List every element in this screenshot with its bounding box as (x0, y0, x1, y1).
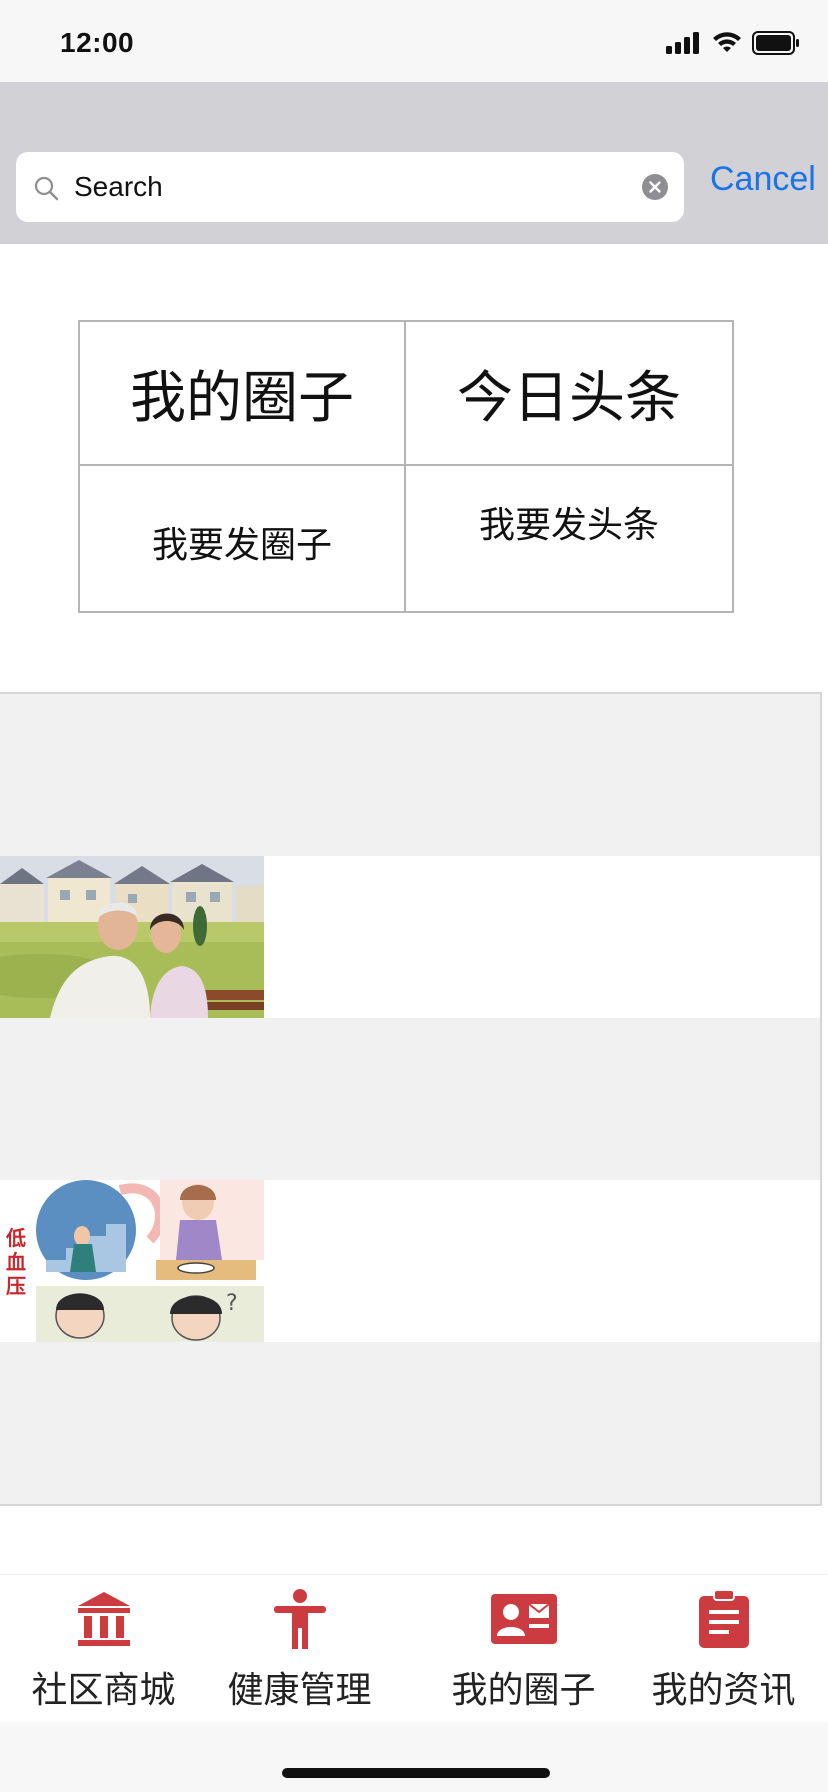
tab-health-management[interactable]: 健康管理 (196, 1575, 403, 1723)
status-icons (666, 31, 800, 55)
status-bar: 12:00 (0, 0, 828, 82)
tab-label: 社区商城 (31, 1670, 176, 1711)
search-bar: Cancel (0, 82, 828, 244)
wifi-icon (713, 32, 741, 52)
bank-icon (77, 1592, 130, 1646)
screen: 12:00 Search Cancel 我的圈子 今日头条 我要发圈子 我要发头… (0, 0, 828, 1792)
low-blood-pressure-thumbnail[interactable]: ? 低血压 (0, 1180, 264, 1342)
tab-my-news[interactable]: 我的资讯 (620, 1575, 827, 1723)
elderly-couple-thumbnail[interactable] (0, 856, 264, 1018)
person-icon (273, 1589, 326, 1649)
status-time: 12:00 (60, 27, 135, 58)
thumbnail-caption: 低血压 (6, 1226, 26, 1298)
feed-list: ? 低血压 (0, 692, 822, 1506)
svg-text:?: ? (226, 1291, 238, 1316)
tab-bar: 社区商城 健康管理 我的圈子 我的资讯 (0, 1574, 828, 1722)
clipboard-icon (698, 1590, 749, 1648)
search-box[interactable] (16, 152, 684, 222)
tab-label: 我的圈子 (451, 1670, 596, 1711)
tab-label: 健康管理 (227, 1670, 372, 1711)
today-headlines-button[interactable]: 今日头条 (406, 322, 732, 466)
tab-my-circle[interactable]: 我的圈子 (420, 1575, 627, 1723)
my-circle-button[interactable]: 我的圈子 (80, 322, 406, 466)
list-item[interactable]: ? 低血压 (0, 1180, 820, 1342)
tab-label: 我的资讯 (651, 1670, 796, 1711)
signal-icon (666, 32, 699, 54)
clear-icon[interactable] (642, 174, 668, 200)
post-headline-button[interactable]: 我要发头条 (406, 466, 732, 611)
home-indicator-area (0, 1722, 828, 1792)
battery-icon (752, 31, 799, 55)
home-indicator[interactable] (282, 1768, 550, 1778)
search-input[interactable] (74, 152, 614, 222)
post-circle-button[interactable]: 我要发圈子 (80, 466, 406, 611)
search-icon (34, 176, 59, 201)
contact-card-icon (490, 1594, 557, 1644)
menu-grid: 我的圈子 今日头条 我要发圈子 我要发头条 (78, 320, 734, 613)
cancel-button[interactable]: Cancel (710, 160, 816, 199)
tab-community-mall[interactable]: 社区商城 (0, 1575, 207, 1723)
list-item[interactable] (0, 856, 820, 1018)
